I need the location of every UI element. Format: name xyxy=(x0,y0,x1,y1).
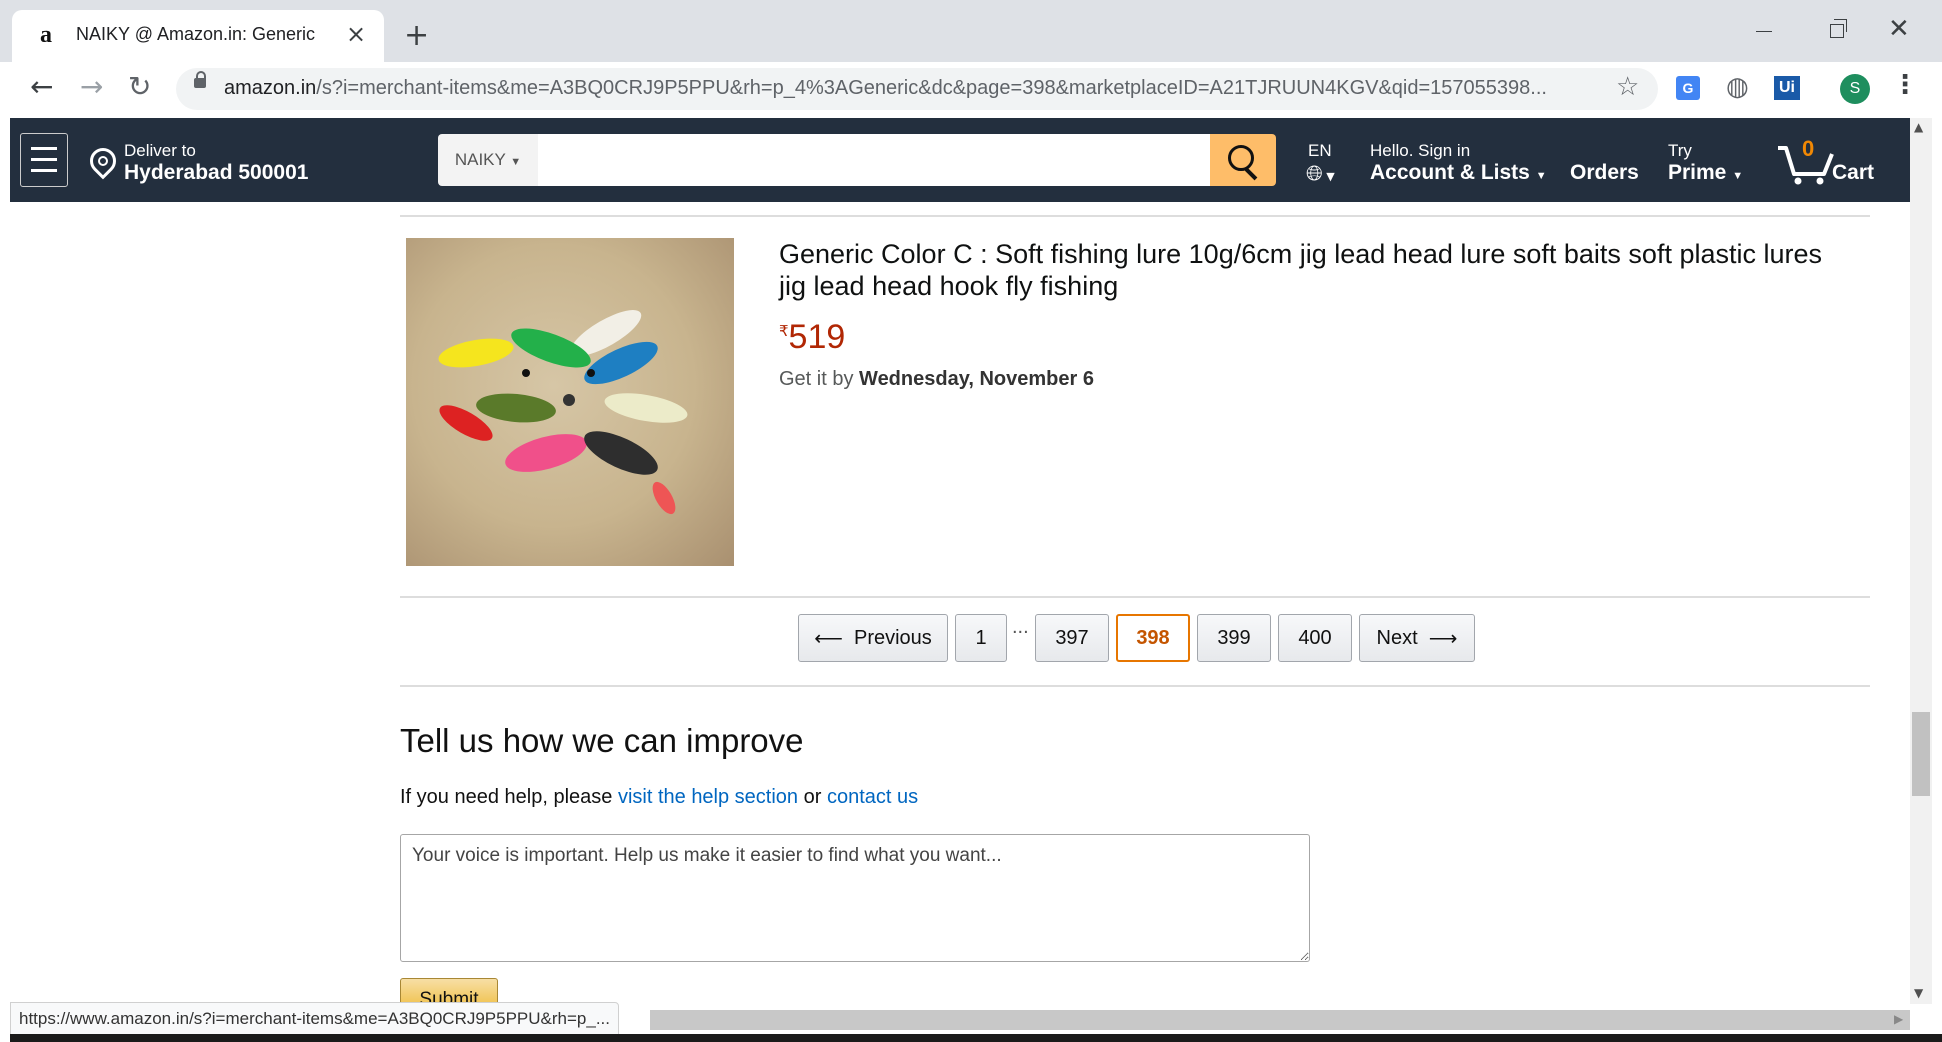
contact-us-link[interactable]: contact us xyxy=(827,786,918,808)
divider xyxy=(400,685,1870,687)
amazon-favicon-icon: a xyxy=(40,22,52,48)
search-icon xyxy=(1228,145,1254,171)
scroll-up-arrow-icon[interactable]: ▲ xyxy=(1914,120,1923,134)
caret-down-icon: ▼ xyxy=(510,156,522,168)
page-scrollbar[interactable] xyxy=(1910,118,1932,1004)
cart-count[interactable]: 0 xyxy=(1802,136,1814,162)
account-lists-label: Account & Lists xyxy=(1370,161,1530,184)
hamburger-menu-icon[interactable] xyxy=(20,133,68,187)
tab-title: NAIKY @ Amazon.in: Generic xyxy=(76,24,316,44)
product-image[interactable] xyxy=(406,238,734,566)
next-label: Next xyxy=(1376,626,1418,649)
globe-extension-icon[interactable]: ◍ xyxy=(1726,72,1749,102)
help-or: or xyxy=(803,786,822,808)
delivery-date: Wednesday, November 6 xyxy=(859,368,1094,390)
help-text: If you need help, please visit the help … xyxy=(400,786,918,809)
tab-close-icon[interactable]: × xyxy=(346,20,366,48)
taskbar-strip xyxy=(10,1034,1942,1042)
try-prime-label[interactable]: Try xyxy=(1668,141,1692,161)
language-code[interactable]: EN xyxy=(1308,141,1332,161)
new-tab-button[interactable]: + xyxy=(404,18,429,53)
search-category-label: NAIKY xyxy=(454,150,506,169)
uipath-extension-icon[interactable]: Ui xyxy=(1774,76,1800,100)
previous-page-button[interactable]: ⟵ Previous xyxy=(798,614,948,662)
scroll-right-arrow-icon[interactable]: ▶ xyxy=(1894,1012,1903,1026)
bookmark-star-icon[interactable]: ☆ xyxy=(1616,72,1639,102)
status-bar-url: https://www.amazon.in/s?i=merchant-items… xyxy=(10,1002,620,1036)
previous-label: Previous xyxy=(853,626,932,649)
back-arrow-icon[interactable]: ← xyxy=(30,70,53,103)
scrollbar-thumb[interactable] xyxy=(1912,712,1930,796)
window-restore-button[interactable] xyxy=(1830,19,1847,38)
url-text[interactable]: amazon.in/s?i=merchant-items&me=A3BQ0CRJ… xyxy=(224,77,1547,100)
feedback-textarea[interactable] xyxy=(400,834,1310,962)
page-399-button[interactable]: 399 xyxy=(1197,614,1271,662)
page-1-button[interactable]: 1 xyxy=(955,614,1007,662)
lock-icon[interactable] xyxy=(194,71,206,88)
horizontal-scrollbar[interactable] xyxy=(650,1010,1910,1030)
right-arrow-icon: ⟶ xyxy=(1428,627,1458,650)
product-title-link[interactable]: Generic Color C : Soft fishing lure 10g/… xyxy=(779,238,1849,302)
search-category-dropdown[interactable]: NAIKY ▼ xyxy=(438,134,539,186)
page-400-button[interactable]: 400 xyxy=(1278,614,1352,662)
divider xyxy=(400,596,1870,598)
next-page-button[interactable]: Next ⟶ xyxy=(1359,614,1475,662)
window-minimize-button[interactable] xyxy=(1756,14,1776,34)
left-arrow-icon: ⟵ xyxy=(814,627,843,650)
profile-avatar[interactable]: S xyxy=(1840,74,1870,104)
prime-link[interactable]: Prime ▼ xyxy=(1668,161,1743,185)
caret-down-icon: ▼ xyxy=(1535,170,1547,182)
page-398-current: 398 xyxy=(1116,614,1190,662)
url-domain: amazon.in xyxy=(224,77,317,99)
search-button[interactable] xyxy=(1210,134,1276,186)
deliver-location[interactable]: Hyderabad 500001 xyxy=(124,161,308,185)
help-prefix: If you need help, please xyxy=(400,786,613,808)
window-close-button[interactable]: ✕ xyxy=(1888,14,1910,44)
page-ellipsis: ... xyxy=(1012,616,1029,638)
account-greeting[interactable]: Hello. Sign in xyxy=(1370,141,1470,161)
prime-label: Prime xyxy=(1668,161,1727,184)
help-section-link[interactable]: visit the help section xyxy=(618,786,798,808)
search-input[interactable] xyxy=(538,134,1210,186)
caret-down-icon: ▼ xyxy=(1732,170,1744,182)
price-value: 519 xyxy=(788,318,846,356)
google-translate-extension-icon[interactable]: G xyxy=(1676,76,1700,100)
account-lists-link[interactable]: Account & Lists ▼ xyxy=(1370,161,1547,185)
currency-symbol: ₹ xyxy=(779,323,789,340)
chrome-menu-icon[interactable]: ⋮ xyxy=(1892,70,1918,100)
page-397-button[interactable]: 397 xyxy=(1035,614,1109,662)
orders-link[interactable]: Orders xyxy=(1570,161,1639,185)
scroll-down-arrow-icon[interactable]: ▼ xyxy=(1914,986,1923,1000)
cart-label[interactable]: Cart xyxy=(1832,161,1874,185)
reload-icon[interactable]: ↻ xyxy=(128,70,151,103)
deliver-to-label[interactable]: Deliver to xyxy=(124,141,196,161)
delivery-info: Get it by Wednesday, November 6 xyxy=(779,368,1094,391)
product-price: ₹519 xyxy=(779,318,845,357)
divider xyxy=(400,215,1870,217)
language-globe-icon[interactable]: 🌐︎ ▼ xyxy=(1306,161,1335,186)
forward-arrow-icon[interactable]: → xyxy=(80,70,103,103)
delivery-prefix: Get it by xyxy=(779,368,854,390)
url-path: /s?i=merchant-items&me=A3BQ0CRJ9P5PPU&rh… xyxy=(316,77,1547,99)
feedback-heading: Tell us how we can improve xyxy=(400,722,804,759)
